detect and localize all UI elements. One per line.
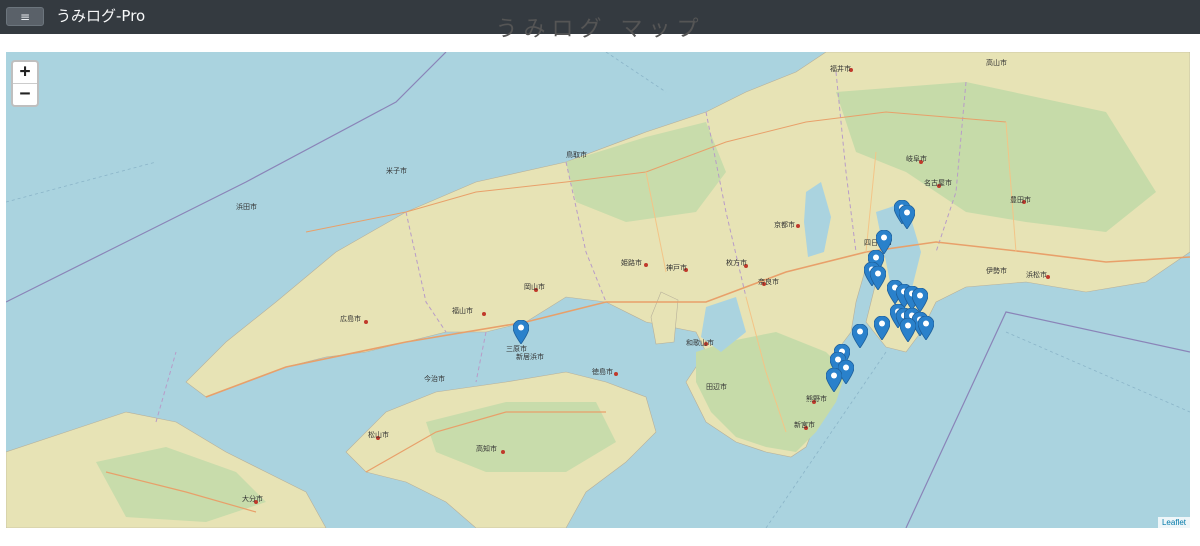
map-pin-icon <box>870 266 886 290</box>
map-marker[interactable] <box>874 316 890 340</box>
map-pin-icon <box>874 316 890 340</box>
map-pin-icon <box>852 324 868 348</box>
city-label: 伊勢市 <box>986 267 1007 275</box>
city-label: 大分市 <box>242 495 263 503</box>
city-label: 神戸市 <box>666 264 687 272</box>
map-marker[interactable] <box>899 205 915 229</box>
map-marker[interactable] <box>870 266 886 290</box>
map-marker[interactable] <box>826 368 842 392</box>
page-title: うみログ マップ <box>495 17 705 42</box>
city-label: 名古屋市 <box>924 179 952 187</box>
zoom-in-button[interactable]: + <box>13 62 37 83</box>
city-label: 熊野市 <box>806 395 827 403</box>
city-label: 和歌山市 <box>686 339 714 347</box>
map-pin-icon <box>513 320 529 344</box>
map-tiles <box>6 52 1190 528</box>
city-label: 豊田市 <box>1010 196 1031 204</box>
city-label: 徳島市 <box>592 368 613 376</box>
map-marker[interactable] <box>852 324 868 348</box>
city-label: 姫路市 <box>621 259 642 267</box>
city-label: 浜松市 <box>1026 271 1047 279</box>
city-label: 田辺市 <box>706 383 727 391</box>
city-label: 広島市 <box>340 315 361 323</box>
city-label: 奈良市 <box>758 278 779 286</box>
city-label: 新居浜市 <box>516 353 544 361</box>
map-marker[interactable] <box>513 320 529 344</box>
city-label: 高山市 <box>986 59 1007 67</box>
city-label: 京都市 <box>774 221 795 229</box>
city-label: 松山市 <box>368 431 389 439</box>
city-label: 米子市 <box>386 167 407 175</box>
city-label: 高知市 <box>476 445 497 453</box>
city-label: 福井市 <box>830 65 851 73</box>
city-label: 岡山市 <box>524 283 545 291</box>
city-label: 今治市 <box>424 375 445 383</box>
city-label: 新宮市 <box>794 421 815 429</box>
city-label: 浜田市 <box>236 203 257 211</box>
map-pin-icon <box>826 368 842 392</box>
map-pin-icon <box>900 318 916 342</box>
city-label: 岐阜市 <box>906 155 927 163</box>
zoom-out-button[interactable]: − <box>13 83 37 105</box>
map-attribution[interactable]: Leaflet <box>1157 517 1190 528</box>
city-label: 枚方市 <box>726 259 747 267</box>
map-pin-icon <box>918 316 934 340</box>
map-marker[interactable] <box>900 318 916 342</box>
map-marker[interactable] <box>918 316 934 340</box>
map-pin-icon <box>899 205 915 229</box>
zoom-control: + − <box>11 60 39 107</box>
map-view[interactable]: + − 福井市 高山市岐阜市名古屋市豊田市京都市枚方市奈良市 神戸市 姫路市岡山市福山… <box>6 52 1190 528</box>
city-label: 福山市 <box>452 307 473 315</box>
city-label: 鳥取市 <box>566 151 587 159</box>
